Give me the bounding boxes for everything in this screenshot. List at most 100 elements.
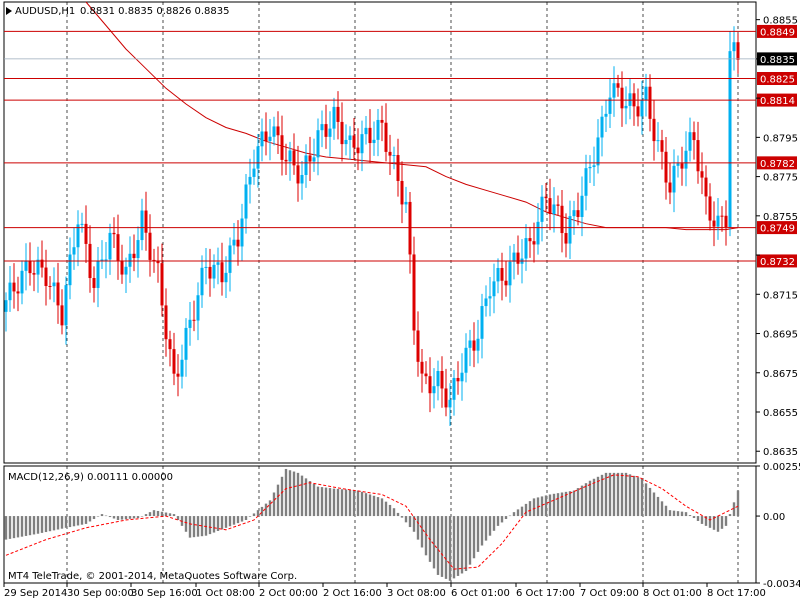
bull-candle	[300, 174, 304, 184]
chart-window: 0.8849 0.8825 0.8814 0.8782 0.8749 0.8732 0.88…	[0, 0, 800, 600]
macd-bar	[88, 516, 92, 522]
bull-candle	[180, 359, 184, 377]
bull-candle	[96, 260, 100, 288]
macd-bar	[524, 503, 528, 517]
bear-candle	[724, 215, 728, 228]
x-axis-label: 2 Oct 00:00	[259, 588, 318, 599]
macd-bar	[436, 516, 440, 575]
macd-bar	[96, 516, 100, 517]
bull-candle	[480, 306, 484, 339]
macd-bar	[268, 500, 272, 517]
macd-bar	[76, 516, 80, 526]
macd-bar	[552, 493, 556, 517]
macd-bar	[620, 472, 624, 517]
macd-bar	[464, 516, 468, 572]
chart-canvas[interactable]: 0.8849 0.8825 0.8814 0.8782 0.8749 0.8732 0.88…	[0, 0, 800, 600]
macd-bar	[108, 516, 112, 518]
bull-candle	[52, 282, 56, 287]
bull-candle	[80, 223, 84, 225]
bear-candle	[616, 83, 620, 88]
bear-candle	[548, 198, 552, 215]
macd-bar	[272, 492, 276, 517]
bull-candle	[436, 370, 440, 387]
bull-candle	[452, 377, 456, 400]
macd-bar	[340, 489, 344, 517]
level-label: 0.8749	[760, 224, 795, 235]
bear-candle	[412, 254, 416, 331]
bear-candle	[60, 305, 64, 326]
macd-bar	[640, 478, 644, 517]
bull-candle	[360, 134, 364, 154]
bull-candle	[212, 264, 216, 279]
bull-candle	[8, 282, 12, 301]
bear-candle	[324, 124, 328, 137]
level-label: 0.8849	[760, 27, 795, 38]
macd-bar	[324, 487, 328, 517]
macd-bar	[720, 516, 724, 529]
macd-bar	[400, 516, 404, 518]
macd-bar	[548, 494, 552, 517]
bull-candle	[344, 139, 348, 145]
bear-candle	[704, 177, 708, 197]
macd-bar	[476, 516, 480, 552]
macd-bar	[188, 516, 192, 538]
macd-bar	[596, 476, 600, 517]
macd-title: MACD(12,26,9) 0.00111 0.00000	[8, 472, 173, 483]
macd-bar	[112, 516, 116, 519]
bear-candle	[276, 126, 280, 136]
macd-bar	[4, 516, 8, 540]
bull-candle	[188, 319, 192, 328]
bear-candle	[648, 86, 652, 119]
macd-bar	[16, 516, 20, 538]
bull-candle	[104, 259, 108, 261]
bear-candle	[692, 132, 696, 141]
macd-bar	[296, 472, 300, 517]
x-axis-label: 8 Oct 17:00	[707, 588, 766, 599]
y-axis-label: 0.8755	[763, 212, 798, 223]
bear-candle	[528, 238, 532, 242]
macd-bar	[348, 489, 352, 517]
macd-bar	[668, 510, 672, 517]
bull-candle	[568, 216, 572, 244]
macd-bar	[520, 506, 524, 517]
bull-candle	[512, 252, 516, 262]
bear-candle	[308, 155, 312, 162]
bull-candle	[140, 210, 144, 241]
bull-candle	[536, 221, 540, 245]
macd-bar	[40, 516, 44, 533]
bear-candle	[112, 232, 116, 235]
bull-candle	[584, 168, 588, 196]
level-label: 0.8782	[760, 159, 795, 170]
bear-candle	[720, 215, 724, 217]
macd-bar	[588, 480, 592, 517]
macd-bar	[264, 503, 268, 517]
bull-candle	[4, 300, 8, 312]
macd-bar	[152, 510, 156, 517]
macd-bar	[492, 516, 496, 531]
bull-candle	[684, 150, 688, 169]
macd-bar	[708, 516, 712, 528]
bear-candle	[160, 263, 164, 306]
macd-bar	[580, 485, 584, 517]
macd-bar	[244, 516, 248, 520]
macd-bar	[364, 493, 368, 517]
bear-candle	[84, 223, 88, 244]
bull-candle	[288, 150, 292, 162]
bear-candle	[380, 119, 384, 123]
macd-bar	[100, 514, 104, 517]
bear-candle	[576, 210, 580, 217]
macd-bar	[700, 516, 704, 524]
bull-candle	[508, 261, 512, 286]
macd-bar	[208, 516, 212, 535]
bear-candle	[336, 106, 340, 122]
macd-bar	[144, 514, 148, 517]
macd-bar	[116, 516, 120, 520]
macd-bar	[504, 516, 508, 520]
macd-bar	[372, 495, 376, 517]
bear-candle	[352, 135, 356, 148]
macd-bar	[20, 516, 24, 537]
bull-candle	[392, 155, 396, 157]
bear-candle	[500, 268, 504, 281]
macd-bar	[508, 515, 512, 517]
bear-candle	[504, 280, 508, 286]
